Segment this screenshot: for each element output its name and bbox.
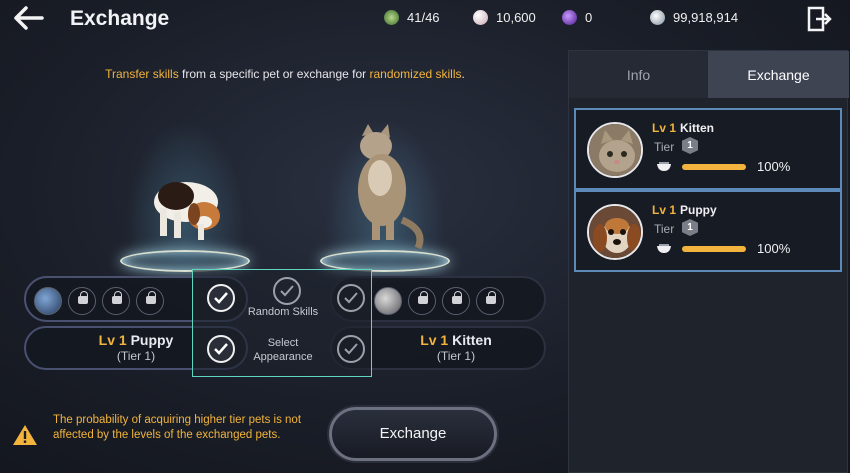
food-bowl-icon: [657, 162, 671, 171]
purple-gem-value: 0: [585, 9, 593, 25]
pet-slots-counter: 41/46: [384, 8, 440, 26]
silver-coin-value: 99,918,914: [673, 9, 739, 25]
satiety-percent: 100%: [757, 159, 791, 174]
kitten-figure: [358, 124, 424, 250]
puppy-figure: [154, 182, 220, 240]
lock-icon: [112, 291, 122, 304]
satiety-bar: [682, 164, 746, 170]
exit-door-icon[interactable]: [806, 6, 832, 32]
lock-icon: [78, 291, 88, 304]
lock-icon: [452, 291, 462, 304]
tier-badge: 1: [682, 219, 698, 236]
food-bowl-icon: [657, 244, 671, 253]
back-arrow-icon[interactable]: [14, 6, 44, 30]
left-pet-level: Lv 1: [98, 332, 127, 348]
pet-slots-value: 41/46: [407, 9, 440, 25]
tab-info[interactable]: Info: [569, 51, 708, 98]
left-pet-name: Puppy: [130, 332, 174, 348]
pet-card-kitten[interactable]: Lv 1 Kitten Tier 1 100%: [574, 108, 842, 190]
select-appearance-checkbox-right[interactable]: [337, 335, 365, 363]
exchange-button[interactable]: Exchange: [329, 407, 497, 461]
locked-skill-slot[interactable]: [68, 287, 96, 315]
pearl-value: 10,600: [496, 9, 536, 25]
right-pet-name: Kitten: [452, 332, 492, 348]
purple-gem-counter: 0: [562, 8, 592, 26]
puppy-stage: [120, 120, 250, 280]
pet-skill-icon[interactable]: [374, 287, 402, 315]
pet-card-puppy[interactable]: Lv 1 Puppy Tier 1 100%: [574, 190, 842, 272]
random-skills-center-check[interactable]: [273, 277, 301, 305]
purple-gem-icon: [562, 9, 577, 25]
satiety-percent: 100%: [757, 241, 791, 256]
checkmark-icon: [280, 285, 294, 297]
silver-coin-counter: 99,918,914: [650, 8, 738, 26]
side-panel: Info Exchange Lv 1 Kitten Tier 1 100% Lv…: [568, 50, 849, 473]
tab-exchange[interactable]: Exchange: [708, 51, 849, 98]
page-title: Exchange: [70, 7, 170, 30]
kitten-stage: [320, 120, 450, 280]
random-skills-checkbox-right[interactable]: [337, 284, 365, 312]
lock-icon: [486, 291, 496, 304]
satiety-fill: [682, 246, 746, 252]
warning-icon: [13, 425, 37, 445]
puppy-avatar: [587, 204, 643, 260]
locked-skill-slot[interactable]: [476, 287, 504, 315]
checkmark-icon: [344, 292, 358, 304]
locked-skill-slot[interactable]: [408, 287, 436, 315]
card-level: Lv 1: [652, 121, 677, 135]
top-bar: Exchange 41/46 10,600 0 99,918,914: [0, 0, 850, 36]
locked-skill-slot[interactable]: [102, 287, 130, 315]
pet-skill-icon[interactable]: [34, 287, 62, 315]
warning-text: The probability of acquiring higher tier…: [53, 414, 302, 441]
checkmark-icon: [344, 343, 358, 355]
card-pet-name: Puppy: [680, 203, 717, 217]
lock-icon: [418, 291, 428, 304]
card-tier-label: Tier: [654, 140, 675, 154]
pet-slots-icon: [384, 9, 399, 25]
right-pet-level: Lv 1: [420, 332, 449, 348]
exchange-description: Transfer skills from a specific pet or e…: [105, 67, 465, 81]
pearl-icon: [473, 9, 488, 25]
card-pet-name: Kitten: [680, 121, 714, 135]
satiety-fill: [682, 164, 746, 170]
locked-skill-slot[interactable]: [136, 287, 164, 315]
card-tier-label: Tier: [654, 222, 675, 236]
card-level: Lv 1: [652, 203, 677, 217]
tier-badge: 1: [682, 137, 698, 154]
pearl-counter: 10,600: [473, 8, 536, 26]
silver-coin-icon: [650, 9, 665, 25]
satiety-bar: [682, 246, 746, 252]
exchange-options-box: Random Skills Select Appearance: [192, 269, 372, 377]
checkmark-icon: [214, 292, 228, 304]
kitten-avatar: [587, 122, 643, 178]
locked-skill-slot[interactable]: [442, 287, 470, 315]
lock-icon: [146, 291, 156, 304]
